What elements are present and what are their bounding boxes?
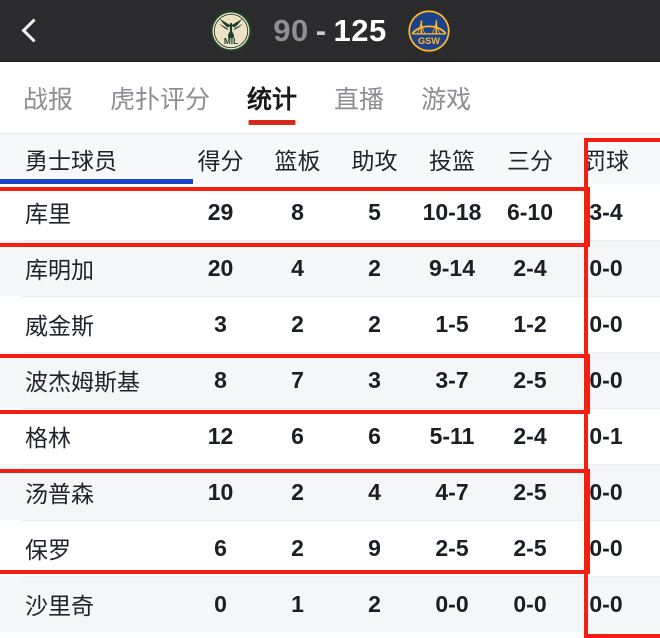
player-fg: 9-14 [428,254,476,281]
tab-label: 战报 [23,85,74,114]
player-fg: 3-7 [435,366,469,393]
player-three: 2-4 [513,254,547,281]
table-header-row: 勇士球员 得分 篮板 助攻 投篮 三分 罚球 [0,134,660,184]
table-row[interactable]: 波杰姆斯基 8 7 3 3-7 2-5 0-0 [0,352,660,408]
back-button[interactable] [0,0,62,62]
player-points: 0 [214,590,227,617]
player-name: 汤普森 [25,481,94,507]
player-assists: 9 [368,534,381,561]
table-row[interactable]: 格林 12 6 6 5-11 2-4 0-1 [0,408,660,464]
table-row[interactable]: 沙里奇 0 1 2 0-0 0-0 0-0 [0,576,660,632]
table-row[interactable]: 威金斯 3 2 2 1-5 1-2 0-0 [0,296,660,352]
player-fg: 2-5 [435,534,469,561]
player-points: 10 [207,478,234,505]
player-ft: 0-0 [589,310,623,337]
player-ft: 0-0 [589,534,623,561]
score-display: 90 - 125 [273,13,387,49]
player-fg: 4-7 [435,478,469,505]
player-rebounds: 1 [291,590,304,617]
player-rebounds: 7 [291,366,304,393]
tab-label: 游戏 [421,85,472,114]
tab-hupu-rating[interactable]: 虎扑评分 [105,62,215,133]
home-score: 125 [333,12,387,48]
player-points: 3 [214,310,227,337]
column-header-rebounds[interactable]: 篮板 [259,142,336,176]
player-rebounds: 4 [291,254,304,281]
table-row[interactable]: 库明加 20 4 2 9-14 2-4 0-0 [0,240,660,296]
column-header-ft[interactable]: 罚球 [569,142,643,176]
player-rebounds: 6 [291,422,304,449]
player-ft: 0-0 [589,366,623,393]
player-assists: 2 [368,590,381,617]
tab-games[interactable]: 游戏 [416,62,476,133]
warriors-logo-icon: GSW [408,9,450,52]
player-assists: 4 [368,478,381,505]
bucks-logo-icon: MIL [210,9,252,52]
column-header-player[interactable]: 勇士球员 [0,142,182,176]
player-three: 1-2 [513,310,547,337]
player-name: 波杰姆斯基 [25,369,140,395]
player-assists: 3 [368,366,381,393]
player-assists: 5 [368,198,381,225]
player-ft: 0-0 [589,254,623,281]
player-points: 29 [207,198,234,225]
tab-bar: 战报 虎扑评分 统计 直播 游戏 [0,62,660,134]
chevron-left-icon [21,18,46,43]
player-fg: 0-0 [435,590,469,617]
player-points: 6 [214,534,227,561]
player-name: 保罗 [25,537,71,563]
tab-live[interactable]: 直播 [329,62,389,133]
player-rebounds: 2 [291,310,304,337]
player-assists: 6 [368,422,381,449]
player-fg: 10-18 [422,198,482,225]
tab-label: 统计 [247,85,298,114]
player-ft: 0-0 [589,590,623,617]
away-score: 90 [273,12,309,48]
player-points: 20 [207,254,234,281]
player-fg: 1-5 [435,310,469,337]
column-header-assists[interactable]: 助攻 [336,142,413,176]
player-points: 8 [214,366,227,393]
player-points: 12 [207,422,234,449]
player-rebounds: 8 [291,198,304,225]
svg-text:MIL: MIL [224,36,238,46]
player-name: 库里 [25,201,71,227]
player-fg: 5-11 [429,422,475,449]
player-name: 格林 [25,425,71,451]
score-separator: - [315,12,327,48]
player-assists: 2 [368,310,381,337]
box-score-table: 勇士球员 得分 篮板 助攻 投篮 三分 罚球 库里 29 8 5 10-18 6… [0,134,660,632]
player-three: 2-5 [513,478,547,505]
player-ft: 0-1 [589,422,623,449]
player-ft: 3-4 [589,198,623,225]
player-rebounds: 2 [291,478,304,505]
player-three: 2-5 [513,534,547,561]
player-three: 2-4 [513,422,547,449]
column-header-fg[interactable]: 投篮 [413,142,491,176]
top-bar: MIL 90 - 125 GSW [0,0,660,62]
player-rebounds: 2 [291,534,304,561]
player-three: 2-5 [513,366,547,393]
player-assists: 2 [368,254,381,281]
table-row[interactable]: 汤普森 10 2 4 4-7 2-5 0-0 [0,464,660,520]
tab-label: 直播 [334,85,385,114]
tab-zhanbao[interactable]: 战报 [18,62,78,133]
tab-stats[interactable]: 统计 [242,62,302,133]
player-name: 库明加 [25,257,94,283]
column-header-three[interactable]: 三分 [491,142,569,176]
player-name: 威金斯 [25,313,94,339]
player-name: 沙里奇 [25,593,94,619]
player-three: 0-0 [513,590,547,617]
player-ft: 0-0 [589,478,623,505]
svg-text:GSW: GSW [418,36,440,46]
player-three: 6-10 [506,198,554,225]
table-row[interactable]: 保罗 6 2 9 2-5 2-5 0-0 [0,520,660,576]
scoreboard: MIL 90 - 125 GSW [0,0,660,61]
table-row[interactable]: 库里 29 8 5 10-18 6-10 3-4 [0,184,660,240]
column-header-points[interactable]: 得分 [182,142,259,176]
tab-label: 虎扑评分 [110,85,211,114]
